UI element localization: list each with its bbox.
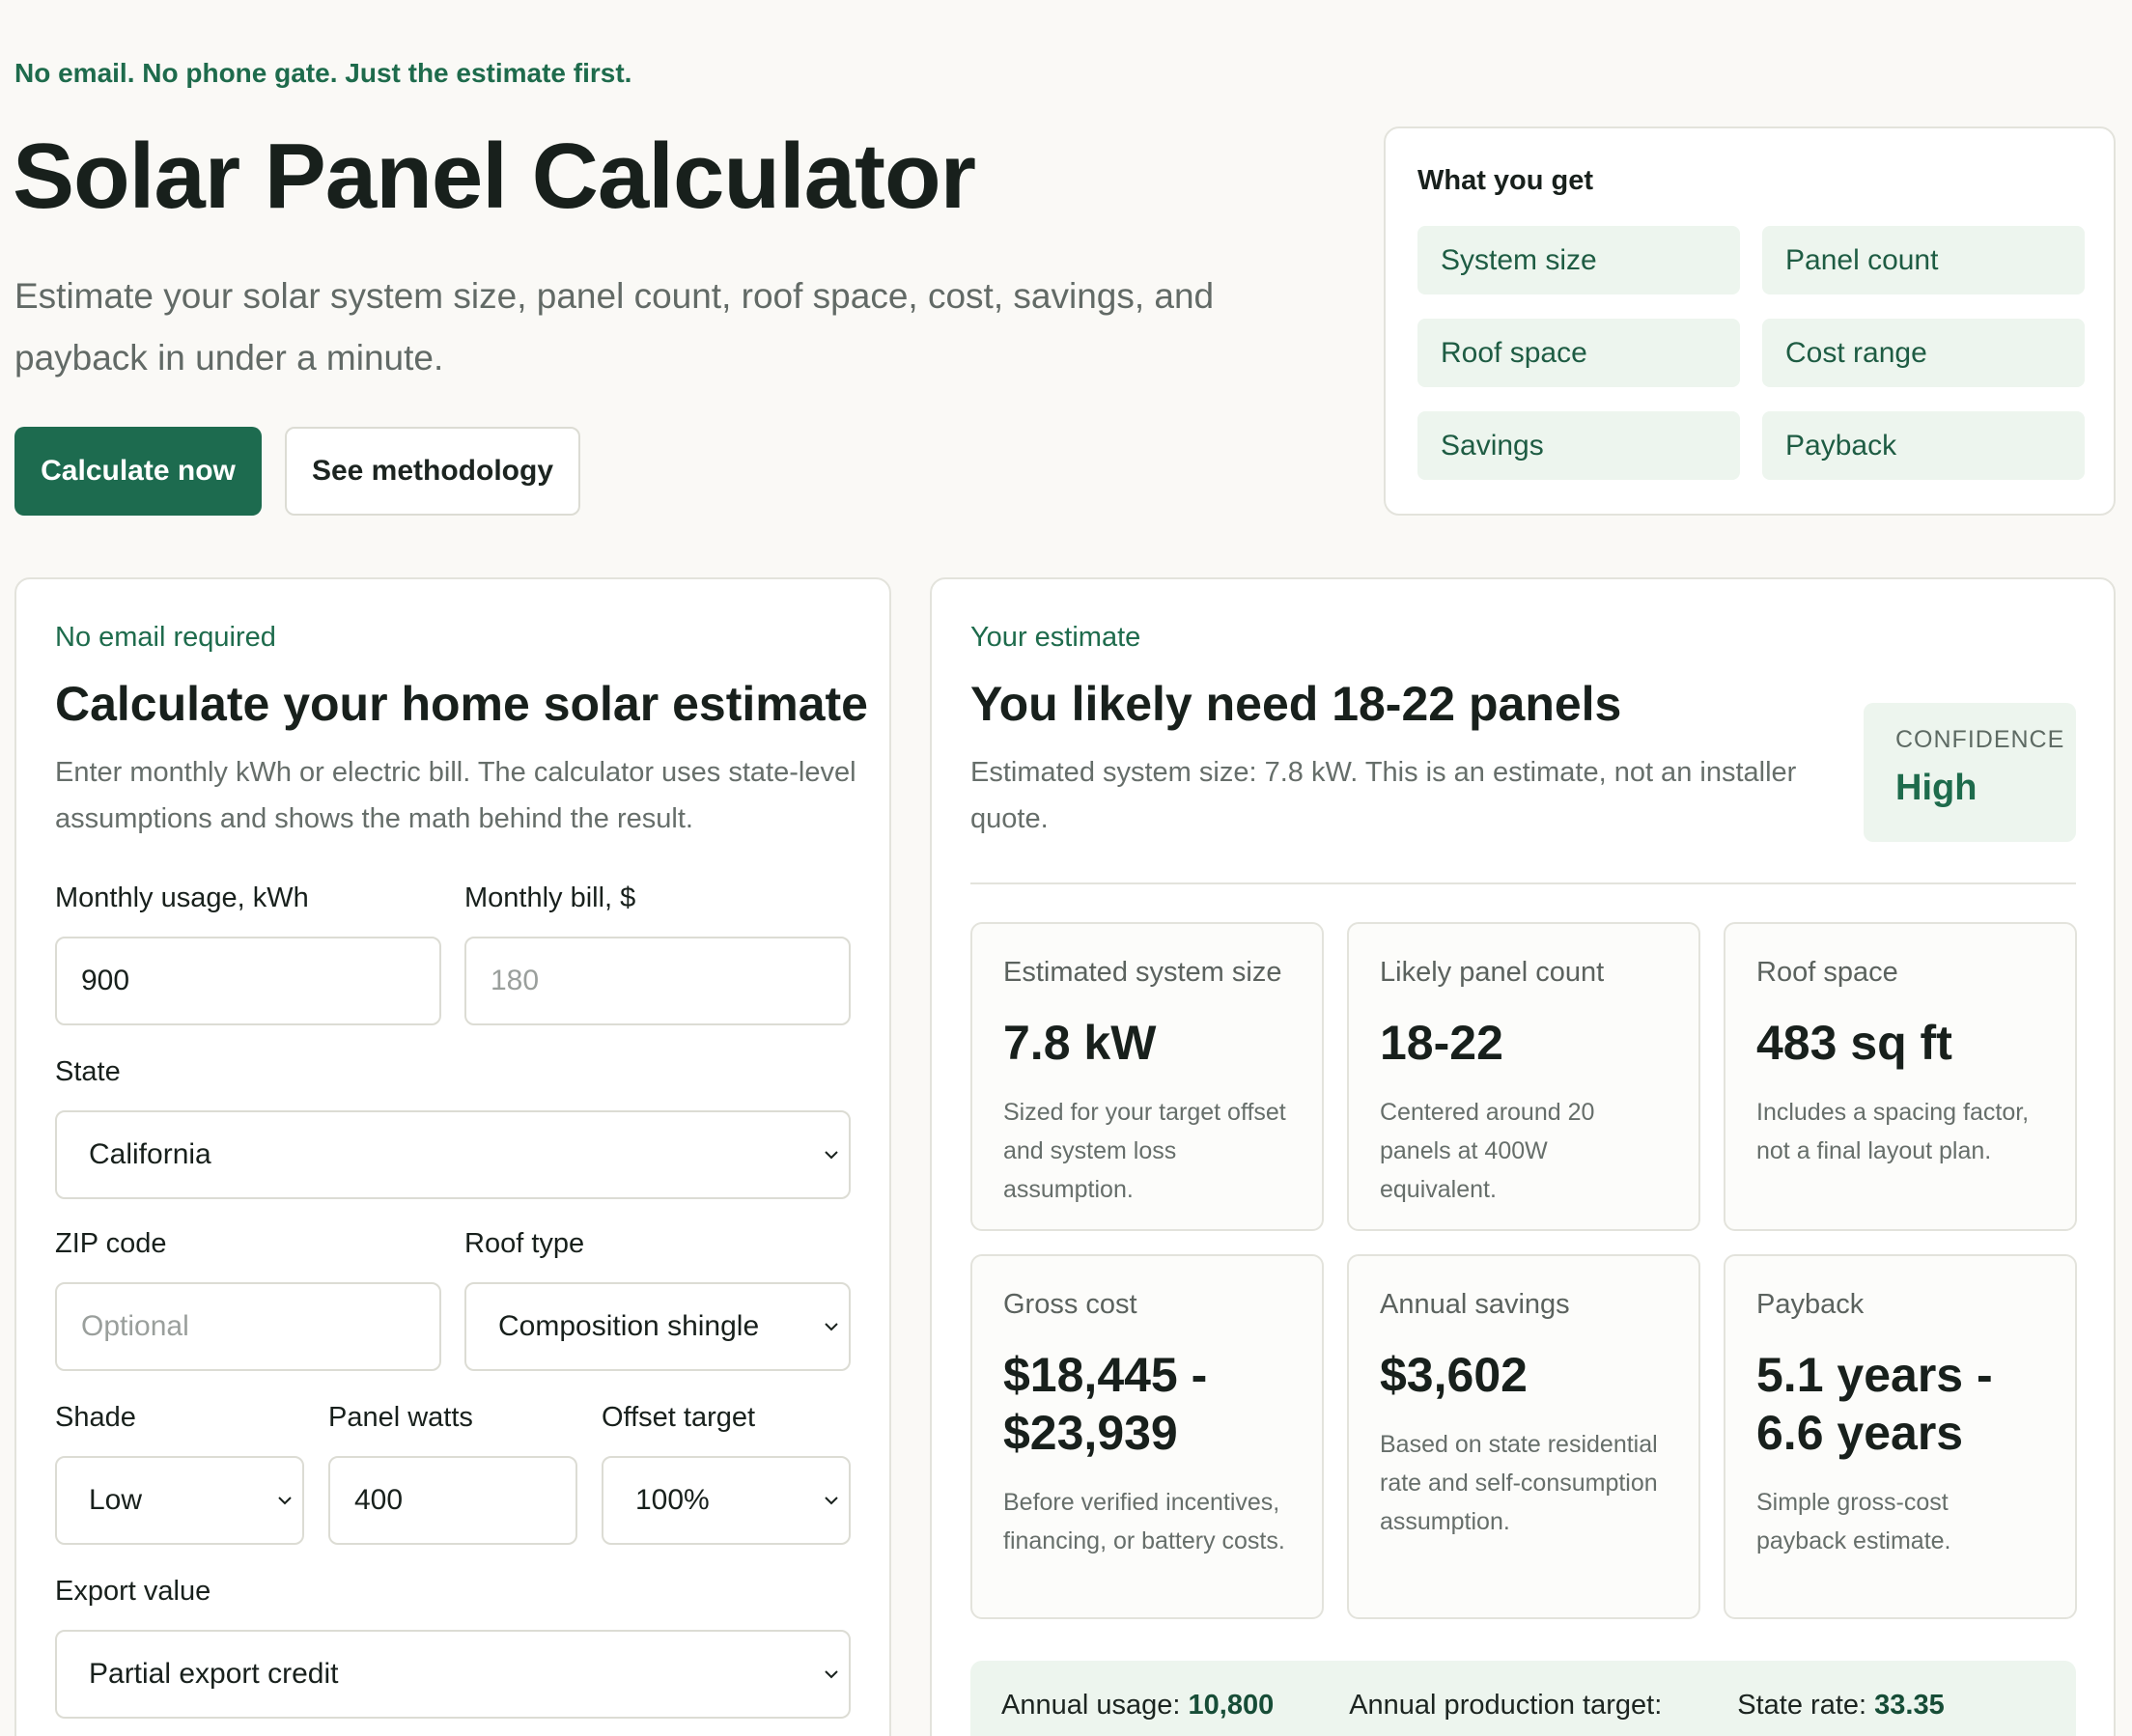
metric-value: 18-22 <box>1380 1016 1503 1070</box>
estimate-card: Your estimate You likely need 18-22 pane… <box>930 577 2116 1736</box>
zip-code-input[interactable]: Optional <box>55 1282 441 1371</box>
hero-subtitle: Estimate your solar system size, panel c… <box>14 276 1215 378</box>
shade-label: Shade <box>55 1402 136 1433</box>
metric-value: 7.8 kW <box>1003 1016 1157 1070</box>
metric-label: Estimated system size <box>1003 957 1282 988</box>
metric-label: Likely panel count <box>1380 957 1605 988</box>
chevron-down-icon <box>825 1497 838 1505</box>
estimate-title: You likely need 18-22 panels <box>970 677 1622 731</box>
metric-note: Before verified incentives, financing, o… <box>1003 1489 1285 1554</box>
divider <box>970 882 2076 884</box>
panel-watts-label: Panel watts <box>328 1402 473 1433</box>
what-you-get-card: What you get System size Panel count Roo… <box>1384 126 2116 516</box>
state-select[interactable]: California <box>55 1110 851 1199</box>
form-kicker: No email required <box>55 622 276 653</box>
confidence-label: CONFIDENCE <box>1895 726 2065 753</box>
metric-value: 483 sq ft <box>1756 1016 1952 1070</box>
state-label: State <box>55 1056 121 1087</box>
form-description: Enter monthly kWh or electric bill. The … <box>55 757 856 834</box>
metric-system-size: Estimated system size 7.8 kW Sized for y… <box>970 922 1324 1231</box>
what-you-get-list: System size Panel count Roof space Cost … <box>1417 226 2085 480</box>
metric-note: Simple gross-cost payback estimate. <box>1756 1489 1951 1554</box>
chevron-down-icon <box>825 1670 838 1679</box>
calculate-now-button[interactable]: Calculate now <box>14 427 262 516</box>
what-you-get-title: What you get <box>1417 165 1594 196</box>
metric-label: Gross cost <box>1003 1289 1137 1320</box>
list-item: Roof space <box>1417 319 1740 387</box>
metric-annual-savings: Annual savings $3,602 Based on state res… <box>1347 1254 1700 1619</box>
metric-gross-cost: Gross cost $18,445 - $23,939 Before veri… <box>970 1254 1324 1619</box>
offset-target-select-value: 100% <box>635 1484 710 1516</box>
state-rate-summary: State rate: 33.35 <box>1737 1690 1945 1721</box>
metric-note: Sized for your target offset and system … <box>1003 1099 1286 1203</box>
estimate-description: Estimated system size: 7.8 kW. This is a… <box>970 757 1797 834</box>
offset-target-label: Offset target <box>602 1402 756 1433</box>
offset-target-select[interactable]: 100% <box>602 1456 851 1545</box>
list-item: Payback <box>1762 411 2085 480</box>
see-methodology-button[interactable]: See methodology <box>285 427 580 516</box>
summary-bar: Annual usage: 10,800 Annual production t… <box>970 1661 2076 1736</box>
metric-value: $3,602 <box>1380 1348 1528 1402</box>
metric-label: Roof space <box>1756 957 1898 988</box>
confidence-badge: CONFIDENCE High <box>1864 703 2076 842</box>
metric-note: Includes a spacing factor, not a final l… <box>1756 1099 2030 1164</box>
monthly-bill-label: Monthly bill, $ <box>464 882 636 913</box>
monthly-usage-label: Monthly usage, kWh <box>55 882 309 913</box>
metric-label: Annual savings <box>1380 1289 1570 1320</box>
metric-note: Centered around 20 panels at 400W equiva… <box>1380 1099 1595 1203</box>
monthly-bill-input[interactable]: 180 <box>464 937 851 1025</box>
chevron-down-icon <box>825 1323 838 1331</box>
roof-type-select-value: Composition shingle <box>498 1310 760 1342</box>
roof-type-label: Roof type <box>464 1228 585 1259</box>
hero-tagline: No email. No phone gate. Just the estima… <box>14 58 632 88</box>
metric-value: 5.1 years - 6.6 years <box>1756 1348 1993 1460</box>
metric-payback: Payback 5.1 years - 6.6 years Simple gro… <box>1724 1254 2077 1619</box>
export-value-label: Export value <box>55 1576 211 1607</box>
annual-production-summary: Annual production target: <box>1349 1690 1663 1721</box>
monthly-usage-input[interactable]: 900 <box>55 937 441 1025</box>
metric-value: $18,445 - $23,939 <box>1003 1348 1208 1460</box>
list-item: Panel count <box>1762 226 2085 294</box>
list-item: Cost range <box>1762 319 2085 387</box>
shade-select-value: Low <box>89 1484 143 1516</box>
list-item: Savings <box>1417 411 1740 480</box>
estimate-kicker: Your estimate <box>970 622 1141 653</box>
metrics-grid: Estimated system size 7.8 kW Sized for y… <box>970 922 2077 1619</box>
metric-panel-count: Likely panel count 18-22 Centered around… <box>1347 922 1700 1231</box>
chevron-down-icon <box>278 1497 292 1505</box>
list-item: System size <box>1417 226 1740 294</box>
shade-select[interactable]: Low <box>55 1456 304 1545</box>
zip-code-label: ZIP code <box>55 1228 167 1259</box>
export-value-select[interactable]: Partial export credit <box>55 1630 851 1719</box>
export-value-select-value: Partial export credit <box>89 1658 339 1690</box>
confidence-value: High <box>1895 768 1978 808</box>
metric-roof-space: Roof space 483 sq ft Includes a spacing … <box>1724 922 2077 1231</box>
calculator-form-card: No email required Calculate your home so… <box>14 577 891 1736</box>
roof-type-select[interactable]: Composition shingle <box>464 1282 851 1371</box>
chevron-down-icon <box>825 1151 838 1160</box>
state-select-value: California <box>89 1138 211 1170</box>
panel-watts-input[interactable]: 400 <box>328 1456 577 1545</box>
form-title: Calculate your home solar estimate <box>55 677 868 731</box>
metric-note: Based on state residential rate and self… <box>1380 1431 1658 1535</box>
page-title: Solar Panel Calculator <box>13 125 976 228</box>
metric-label: Payback <box>1756 1289 1865 1320</box>
annual-usage-summary: Annual usage: 10,800 <box>1001 1690 1275 1721</box>
